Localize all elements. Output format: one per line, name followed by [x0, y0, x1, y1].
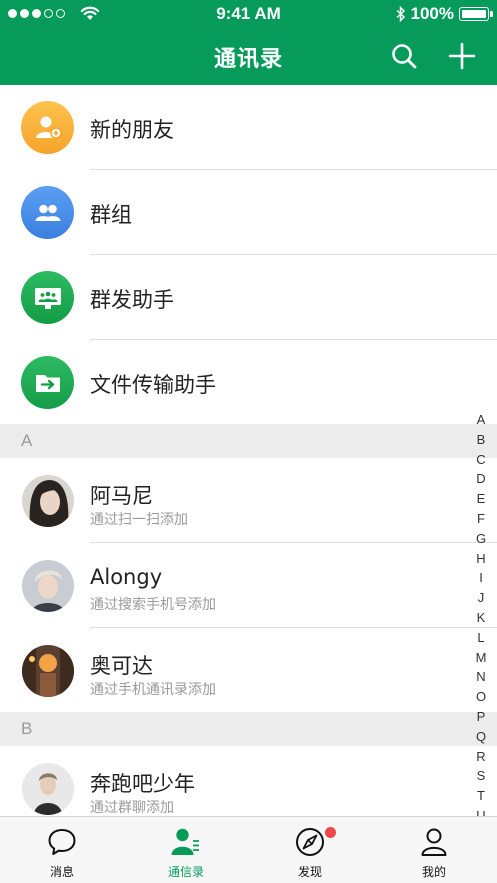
broadcast-assistant-label: 群发助手	[90, 288, 174, 312]
index-letter[interactable]: U	[473, 806, 489, 816]
section-letter: B	[21, 719, 33, 738]
profile-icon	[421, 828, 447, 856]
contact-source: 通过搜索手机号添加	[90, 597, 216, 613]
new-friends-label: 新的朋友	[90, 118, 174, 142]
avatar	[22, 763, 74, 815]
compass-icon	[296, 828, 324, 856]
index-letter[interactable]: F	[473, 509, 489, 529]
index-letter[interactable]: K	[473, 608, 489, 628]
index-letter[interactable]: M	[473, 648, 489, 668]
add-icon[interactable]	[448, 42, 476, 70]
nav-bar: 通讯录	[0, 28, 497, 85]
status-bar: 9:41 AM 100%	[0, 0, 497, 28]
contact-item[interactable]: 奥可达 通过手机通讯录添加	[0, 628, 497, 713]
contact-name: 奔跑吧少年	[90, 772, 195, 796]
page-title: 通讯录	[213, 47, 283, 72]
alphabet-index[interactable]: A B C D E F G H I J K L M N O P Q R S T …	[473, 410, 489, 816]
contacts-icon	[171, 828, 199, 855]
index-letter[interactable]: L	[473, 628, 489, 648]
contact-item[interactable]: Alongy 通过搜索手机号添加	[0, 543, 497, 628]
groups-label: 群组	[90, 203, 132, 227]
bluetooth-icon	[396, 6, 405, 22]
battery-icon	[459, 7, 493, 21]
index-letter[interactable]: I	[473, 568, 489, 588]
chat-bubble-icon	[48, 829, 76, 855]
index-letter[interactable]: A	[473, 410, 489, 430]
new-friends-item[interactable]: 新的朋友	[0, 85, 497, 170]
index-letter[interactable]: S	[473, 766, 489, 786]
broadcast-icon	[21, 271, 74, 324]
index-letter[interactable]: B	[473, 430, 489, 450]
avatar	[22, 560, 74, 612]
contact-source: 通过群聊添加	[90, 800, 174, 816]
groups-item[interactable]: 群组	[0, 170, 497, 255]
tab-label: 我的	[421, 865, 446, 879]
tab-label: 通信录	[167, 865, 204, 879]
tab-bar: 消息 通信录 发现 我的	[0, 816, 497, 883]
index-letter[interactable]: C	[473, 450, 489, 470]
avatar	[22, 475, 74, 527]
contact-name: Alongy	[90, 565, 163, 589]
tab-profile[interactable]: 我的	[372, 817, 497, 883]
group-icon	[21, 186, 74, 239]
index-letter[interactable]: P	[473, 707, 489, 727]
folder-icon	[21, 356, 74, 409]
notification-badge	[325, 827, 336, 838]
broadcast-assistant-item[interactable]: 群发助手	[0, 255, 497, 340]
tab-label: 发现	[297, 865, 322, 879]
search-icon[interactable]	[390, 42, 418, 70]
index-letter[interactable]: G	[473, 529, 489, 549]
file-transfer-label: 文件传输助手	[90, 373, 216, 397]
function-list: 新的朋友 群组 群发助手 文件传输助手	[0, 85, 497, 425]
contact-name: 阿马尼	[90, 484, 153, 508]
index-letter[interactable]: N	[473, 667, 489, 687]
tab-label: 消息	[49, 865, 74, 879]
index-letter[interactable]: J	[473, 588, 489, 608]
tab-discover[interactable]: 发现	[248, 817, 372, 883]
section-header-a: A	[0, 424, 497, 458]
add-friend-icon	[21, 101, 74, 154]
index-letter[interactable]: Q	[473, 727, 489, 747]
battery-percentage: 100%	[410, 4, 454, 23]
index-letter[interactable]: T	[473, 786, 489, 806]
contact-item[interactable]: 阿马尼 通过扫一扫添加	[0, 458, 497, 543]
section-letter: A	[21, 431, 33, 450]
contact-source: 通过手机通讯录添加	[90, 682, 216, 698]
tab-contacts[interactable]: 通信录	[124, 817, 248, 883]
index-letter[interactable]: D	[473, 469, 489, 489]
contact-source: 通过扫一扫添加	[90, 512, 188, 528]
index-letter[interactable]: O	[473, 687, 489, 707]
section-header-b: B	[0, 712, 497, 746]
avatar	[22, 645, 74, 697]
index-letter[interactable]: E	[473, 489, 489, 509]
index-letter[interactable]: R	[473, 747, 489, 767]
contact-name: 奥可达	[90, 654, 153, 678]
index-letter[interactable]: H	[473, 549, 489, 569]
tab-messages[interactable]: 消息	[0, 817, 124, 883]
file-transfer-item[interactable]: 文件传输助手	[0, 340, 497, 425]
